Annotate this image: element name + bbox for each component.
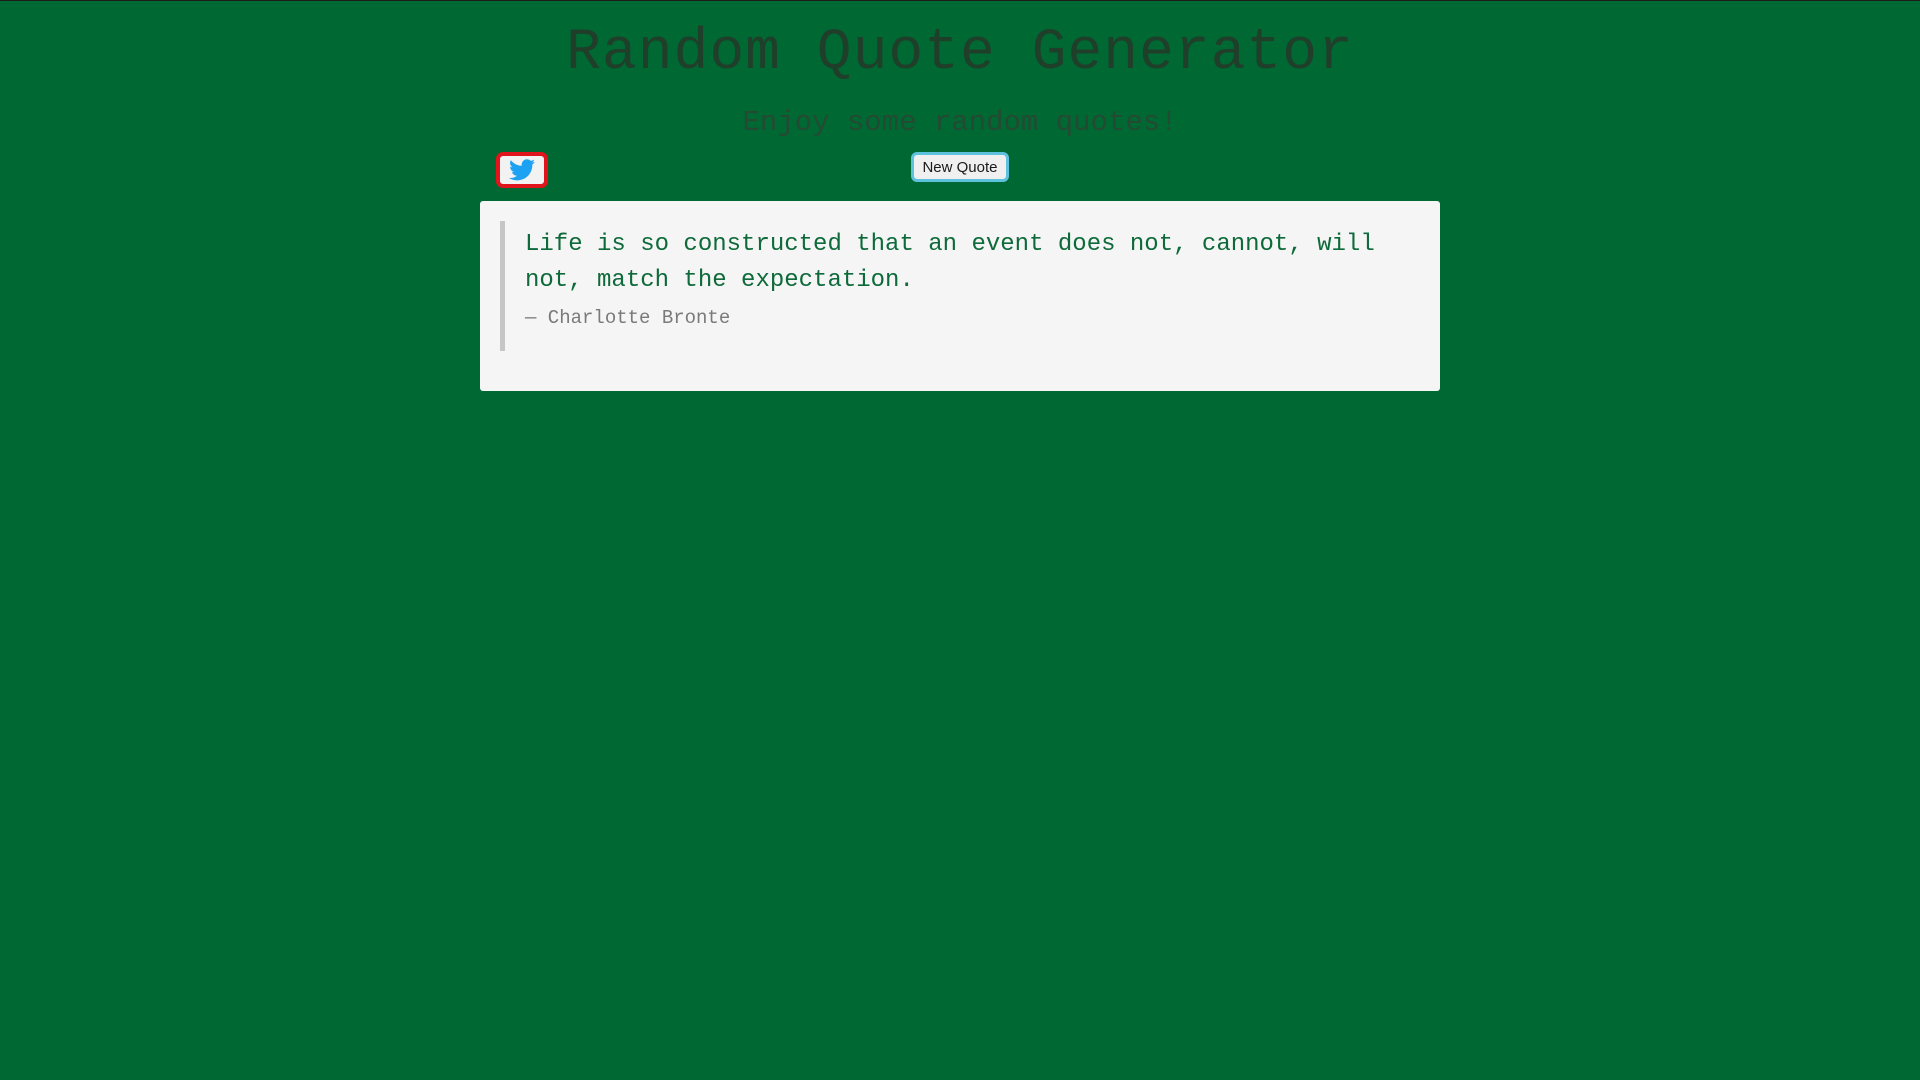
new-quote-button[interactable]: New Quote: [911, 152, 1009, 182]
page-title: Random Quote Generator: [566, 21, 1354, 86]
quote-card: Life is so constructed that an event doe…: [480, 201, 1440, 391]
quote-blockquote: Life is so constructed that an event doe…: [500, 221, 1400, 351]
twitter-bird-icon: [509, 159, 535, 181]
tweet-quote-button[interactable]: [496, 152, 548, 188]
page-subtitle: Enjoy some random quotes!: [742, 106, 1178, 139]
quote-author: — Charlotte Bronte: [525, 307, 731, 329]
quote-text: Life is so constructed that an event doe…: [525, 231, 1375, 294]
